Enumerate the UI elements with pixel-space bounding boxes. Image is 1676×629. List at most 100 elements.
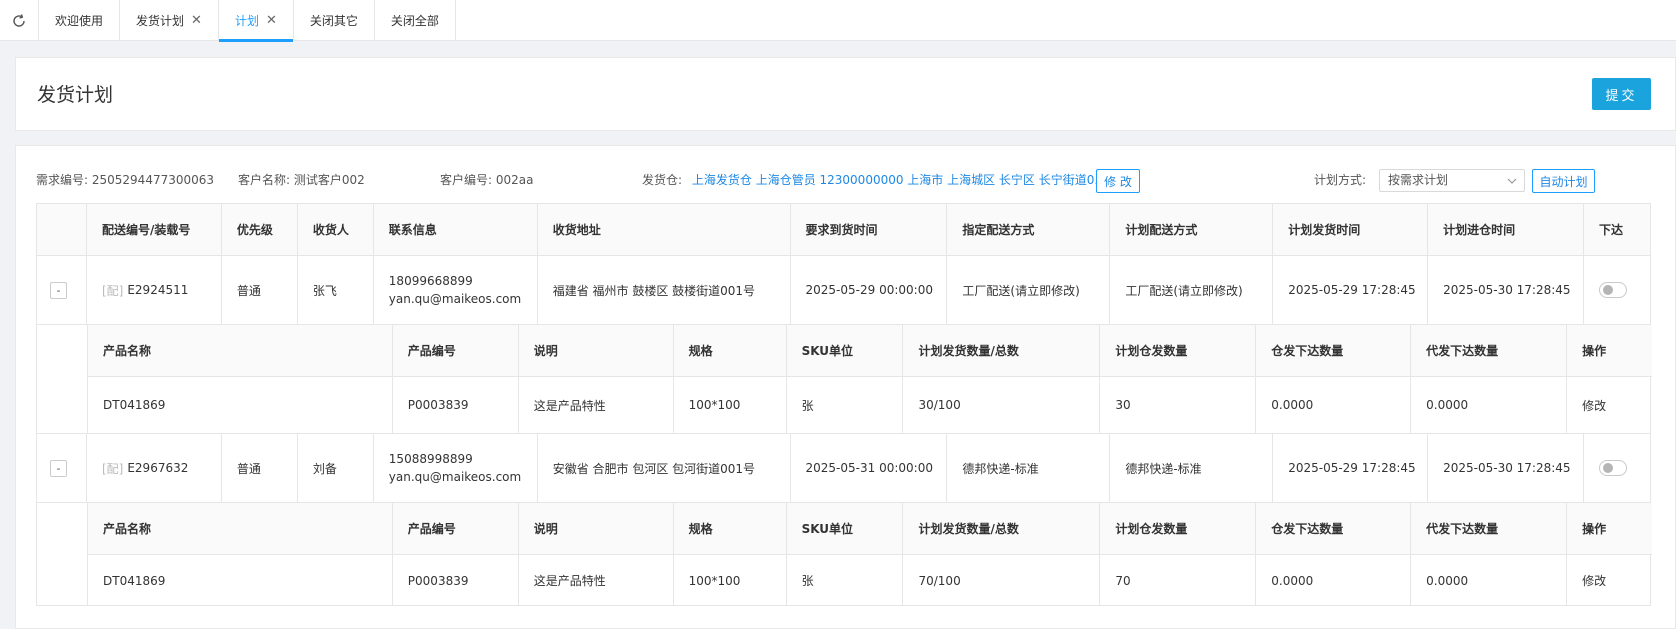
column-header: SKU单位 [787, 503, 904, 554]
column-header: 配送编号/装载号 [87, 204, 222, 255]
table-row: - [配] E2924511 普通 张飞 18099668899 yan.qu@m… [37, 256, 1650, 324]
tab-welcome[interactable]: 欢迎使用 [39, 0, 121, 41]
product-row: DT041869 P0003839 这是产品特性 100*100 张 70/10… [87, 555, 1652, 606]
contact-info: 18099668899 yan.qu@maikeos.com [374, 256, 538, 324]
proxy-issued-qty: 0.0000 [1411, 555, 1568, 606]
product-name-link[interactable]: DT041869 [88, 555, 393, 606]
planned-ship-time-link[interactable]: 2025-05-29 17:28:45 [1273, 256, 1429, 324]
collapse-button[interactable]: - [50, 281, 67, 299]
planned-qty-link[interactable]: 70/100 [903, 555, 1101, 606]
delivery-no: E2924511 [127, 283, 189, 297]
column-header: 操作 [1582, 344, 1607, 358]
column-header: 计划发货数量/总数 [903, 325, 1101, 376]
submit-button[interactable]: 提交 [1592, 78, 1651, 110]
product-desc: 这是产品特性 [519, 555, 674, 606]
warehouse-qty: 30 [1100, 377, 1257, 433]
receiver: 刘备 [298, 434, 374, 502]
sku-unit: 张 [787, 555, 904, 606]
priority: 普通 [222, 434, 298, 502]
plan-mode-select[interactable]: 按需求计划 [1379, 169, 1525, 192]
column-header: 产品名称 [88, 503, 393, 554]
customer-name-value: 测试客户002 [293, 173, 365, 187]
table-row: - [配] E2967632 普通 刘备 15088998899 yan.qu@m… [37, 434, 1650, 502]
tab-plan[interactable]: 计划 ✕ [218, 0, 294, 42]
sku-unit: 张 [787, 377, 904, 433]
customer-no-label: 客户编号: [440, 173, 493, 187]
customer-name: 客户名称: 测试客户002 [238, 165, 365, 195]
column-header: 计划仓发数量 [1100, 325, 1257, 376]
column-header: 代发下达数量 [1411, 503, 1568, 554]
column-header: 产品名称 [88, 325, 393, 376]
email: yan.qu@maikeos.com [388, 470, 522, 484]
close-icon[interactable]: ✕ [191, 13, 202, 28]
planned-ship-time-link[interactable]: 2025-05-29 17:28:45 [1273, 434, 1429, 502]
modify-warehouse-button[interactable]: 修 改 [1096, 169, 1140, 193]
product-table-header: 产品名称 产品编号 说明 规格 SKU单位 计划发货数量/总数 计划仓发数量 仓… [87, 325, 1652, 376]
tab-bar: 欢迎使用 发货计划 ✕ 计划 ✕ 关闭其它 关闭全部 [0, 0, 1676, 42]
column-header: 规格 [674, 503, 787, 554]
required-time: 2025-05-31 00:00:00 [791, 434, 948, 502]
tab-shipping-plan[interactable]: 发货计划 ✕ [120, 0, 219, 41]
product-table-header: 产品名称 产品编号 说明 规格 SKU单位 计划发货数量/总数 计划仓发数量 仓… [87, 503, 1652, 554]
column-header: 仓发下达数量 [1256, 503, 1412, 554]
delivery-no: E2967632 [127, 461, 189, 475]
proxy-issued-qty: 0.0000 [1411, 377, 1568, 433]
planned-method-link[interactable]: 工厂配送(请立即修改) [1110, 256, 1274, 324]
column-header: 说明 [519, 503, 674, 554]
issue-toggle[interactable] [1599, 460, 1628, 476]
address: 安徽省 合肥市 包河区 包河街道001号 [538, 434, 791, 502]
plan-mode-label: 计划方式: [1314, 173, 1367, 187]
collapse-button[interactable]: - [50, 459, 67, 477]
customer-no: 客户编号: 002aa [440, 165, 534, 195]
page-title: 发货计划 [37, 84, 114, 106]
tab-close-all[interactable]: 关闭全部 [375, 0, 456, 41]
tab-label: 计划 [234, 14, 259, 28]
refresh-icon[interactable] [0, 0, 39, 41]
planned-method-link[interactable]: 德邦快递-标准 [1110, 434, 1274, 502]
planned-in-time-link[interactable]: 2025-05-30 17:28:45 [1428, 256, 1585, 324]
product-name-link[interactable]: DT041869 [88, 377, 393, 433]
column-header: 要求到货时间 [791, 204, 948, 255]
warehouse-issued-qty: 0.0000 [1256, 555, 1412, 606]
column-header: 计划仓发数量 [1100, 503, 1257, 554]
planned-in-time-link[interactable]: 2025-05-30 17:28:45 [1428, 434, 1585, 502]
column-header: 产品编号 [393, 325, 519, 376]
column-header: 下达 [1599, 223, 1624, 237]
tab-label: 发货计划 [136, 14, 185, 28]
required-time: 2025-05-29 00:00:00 [791, 256, 948, 324]
priority: 普通 [222, 256, 298, 324]
customer-no-value: 002aa [495, 173, 534, 187]
modify-link[interactable]: 修改 [1567, 377, 1652, 433]
close-icon[interactable]: ✕ [266, 13, 277, 28]
demand-no-label: 需求编号: [36, 173, 89, 187]
warehouse-link[interactable]: 上海发货仓 上海仓管员 12300000000 上海市 上海城区 长宁区 长宁街… [692, 173, 1106, 187]
table-header-row: 配送编号/装载号 优先级 收货人 联系信息 收货地址 要求到货时间 指定配送方式… [37, 204, 1650, 255]
column-header: 计划发货数量/总数 [903, 503, 1101, 554]
assigned-method: 德邦快递-标准 [947, 434, 1111, 502]
shipping-plan-table: 配送编号/装载号 优先级 收货人 联系信息 收货地址 要求到货时间 指定配送方式… [36, 203, 1652, 606]
column-header: 规格 [674, 325, 787, 376]
header-card: 发货计划 提交 [15, 57, 1676, 131]
delivery-tag: [配] [101, 283, 124, 298]
address: 福建省 福州市 鼓楼区 鼓楼街道001号 [538, 256, 791, 324]
demand-no-value: 2505294477300063 [91, 173, 215, 187]
issue-toggle[interactable] [1599, 282, 1628, 298]
tab-close-others[interactable]: 关闭其它 [294, 0, 375, 41]
column-header: 仓发下达数量 [1256, 325, 1412, 376]
planned-qty-link[interactable]: 30/100 [903, 377, 1101, 433]
modify-link[interactable]: 修改 [1567, 555, 1652, 606]
auto-plan-button[interactable]: 自动计划 [1532, 169, 1595, 193]
customer-name-label: 客户名称: [238, 173, 291, 187]
column-header: 优先级 [222, 204, 298, 255]
warehouse-info: 发货仓: 上海发货仓 上海仓管员 12300000000 上海市 上海城区 长宁… [642, 165, 1106, 195]
product-row: DT041869 P0003839 这是产品特性 100*100 张 30/10… [87, 377, 1652, 433]
product-code: P0003839 [393, 377, 519, 433]
plan-mode-value: 按需求计划 [1388, 173, 1449, 187]
warehouse-label: 发货仓: [642, 173, 683, 187]
column-header: 计划配送方式 [1110, 204, 1274, 255]
warehouse-qty: 70 [1100, 555, 1257, 606]
column-header: SKU单位 [787, 325, 904, 376]
phone: 15088998899 [388, 452, 473, 466]
product-spec: 100*100 [674, 377, 787, 433]
column-header: 收货人 [298, 204, 374, 255]
